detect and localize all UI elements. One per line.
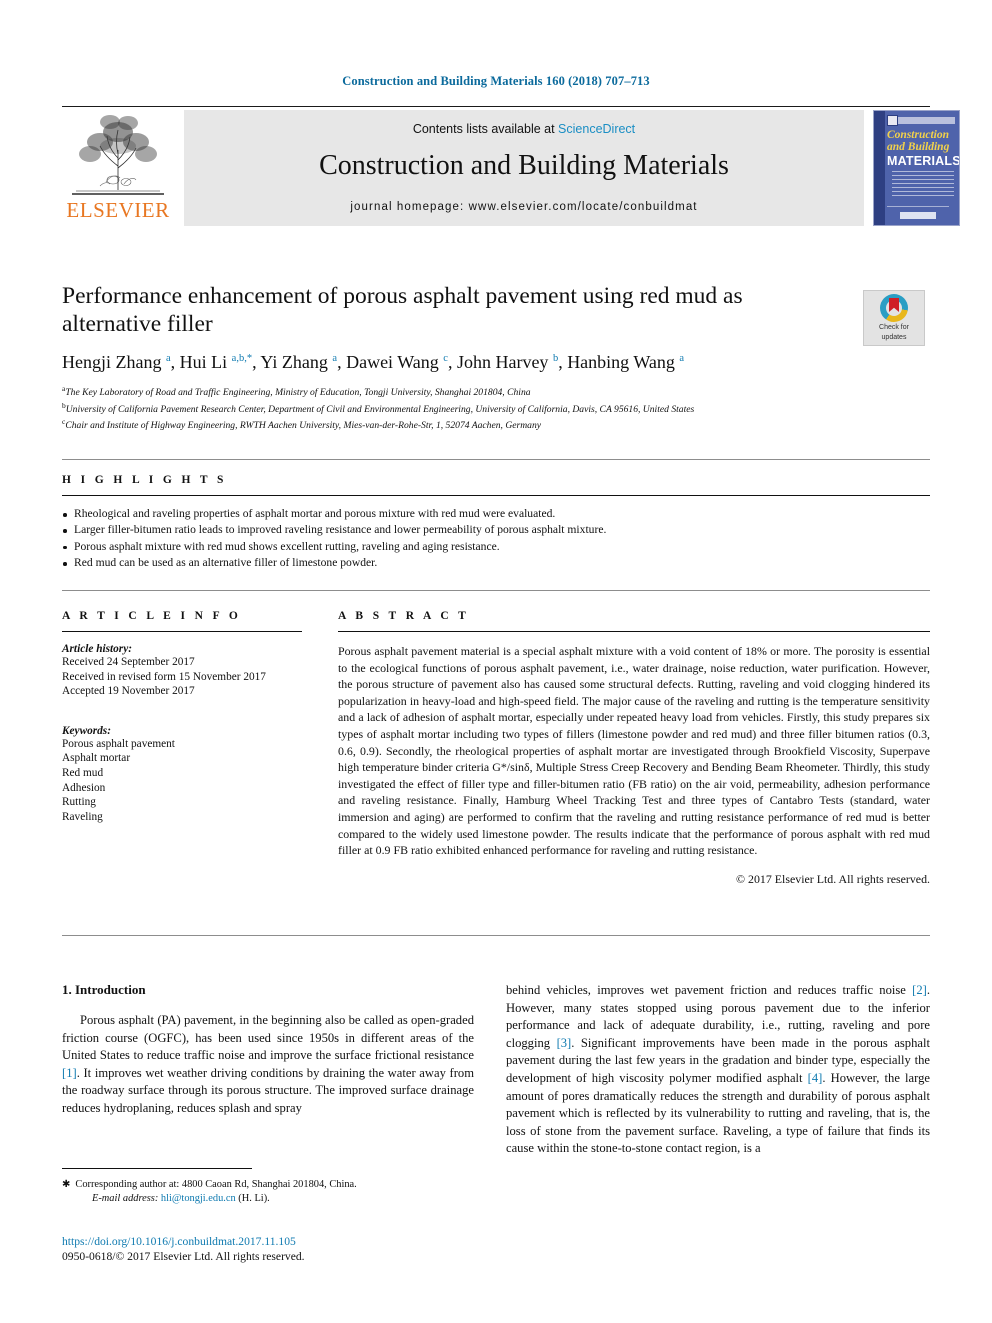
crossmark-label-line1: Check for — [879, 324, 909, 331]
elsevier-wordmark: ELSEVIER — [66, 198, 170, 222]
body-column-left: 1. Introduction Porous asphalt (PA) pave… — [62, 982, 474, 1118]
elsevier-tree-icon — [72, 115, 164, 195]
section-heading-introduction: 1. Introduction — [62, 982, 146, 997]
keyword-item: Red mud — [62, 766, 104, 779]
cover-sidebar — [874, 111, 885, 225]
article-info-section: A R T I C L E I N F O Article history: R… — [62, 610, 302, 824]
paper-page: Construction and Building Materials 160 … — [0, 0, 992, 1323]
intro-paragraph-left: Porous asphalt (PA) pavement, in the beg… — [62, 1013, 474, 1115]
keyword-item: Rutting — [62, 796, 96, 809]
affiliation-a: aThe Key Laboratory of Road and Traffic … — [62, 383, 930, 400]
email-note: E-mail address: hli@tongji.edu.cn (H. Li… — [62, 1192, 482, 1206]
abstract-text: Porous asphalt pavement material is a sp… — [338, 644, 930, 858]
keyword-item: Porous asphalt pavement — [62, 737, 175, 750]
article-history-revised: Received in revised form 15 November 201… — [62, 670, 266, 683]
body-column-right: behind vehicles, improves wet pavement f… — [506, 982, 930, 1158]
article-history-block: Article history: Received 24 September 2… — [62, 643, 302, 699]
email-label: E-mail address: — [92, 1193, 159, 1204]
abstract-copyright: © 2017 Elsevier Ltd. All rights reserved… — [736, 871, 930, 886]
affiliation-text-c: Chair and Institute of Highway Engineeri… — [65, 420, 542, 432]
highlights-list: Rheological and raveling properties of a… — [62, 506, 930, 572]
page-title: Performance enhancement of porous asphal… — [62, 283, 743, 337]
footnote-rule — [62, 1168, 252, 1169]
highlights-rule — [62, 495, 930, 496]
cover-emblem-icon — [887, 115, 898, 126]
journal-title: Construction and Building Materials — [319, 150, 729, 181]
cover-title-line1: Construction — [887, 129, 949, 141]
highlights-section: H I G H L I G H T S Rheological and rave… — [62, 474, 930, 572]
keyword-item: Raveling — [62, 810, 103, 823]
footnote-block: ✱ Corresponding author at: 4800 Caoan Rd… — [62, 1178, 482, 1206]
issn-copyright-line: 0950-0618/© 2017 Elsevier Ltd. All right… — [62, 1250, 305, 1263]
article-history-accepted: Accepted 19 November 2017 — [62, 685, 195, 698]
author-list: Hengji Zhang a, Hui Li a,b,*, Yi Zhang a… — [62, 352, 685, 372]
abstract-bottom-rule — [62, 935, 930, 936]
email-owner: (H. Li). — [238, 1193, 270, 1204]
keyword-item: Asphalt mortar — [62, 752, 131, 765]
contents-prefix: Contents lists available at — [412, 122, 559, 136]
crossmark-label-line2: updates — [881, 334, 907, 341]
corresponding-author-note: ✱ Corresponding author at: 4800 Caoan Rd… — [62, 1178, 482, 1192]
asterisk-icon: ✱ — [62, 1179, 76, 1190]
affiliation-text-b: University of California Pavement Resear… — [65, 403, 695, 415]
abstract-label: A B S T R A C T — [338, 610, 470, 622]
keyword-item: Adhesion — [62, 781, 106, 794]
abstract-rule — [338, 631, 930, 632]
cover-title-line2: and Building — [887, 141, 950, 153]
journal-masthead: ELSEVIER Contents lists available at Sci… — [62, 110, 960, 226]
highlights-label: H I G H L I G H T S — [62, 474, 227, 486]
list-item: Porous asphalt mixture with red mud show… — [62, 539, 930, 555]
running-head: Construction and Building Materials 160 … — [342, 74, 650, 88]
keywords-block: Keywords: Porous asphalt pavement Asphal… — [62, 725, 302, 825]
cover-divider — [887, 206, 949, 207]
affiliation-c: cChair and Institute of Highway Engineer… — [62, 416, 930, 433]
article-header: Performance enhancement of porous asphal… — [62, 282, 930, 433]
highlights-bottom-rule — [62, 590, 930, 591]
article-info-label: A R T I C L E I N F O — [62, 610, 242, 622]
doi-link[interactable]: https://doi.org/10.1016/j.conbuildmat.20… — [62, 1234, 522, 1249]
intro-paragraph-right: behind vehicles, improves wet pavement f… — [506, 983, 930, 1156]
journal-cover-thumbnail[interactable]: Construction and Building MATERIALS — [873, 110, 960, 226]
cover-footer-logo — [900, 212, 936, 219]
affiliation-list: aThe Key Laboratory of Road and Traffic … — [62, 383, 930, 433]
crossmark-ring-icon — [880, 294, 908, 322]
imprint-block: https://doi.org/10.1016/j.conbuildmat.20… — [62, 1234, 522, 1264]
cover-top-bar — [898, 117, 955, 124]
crossmark-flag-icon — [889, 298, 899, 312]
article-info-rule — [62, 631, 302, 632]
article-history-heading: Article history: — [62, 643, 132, 655]
journal-homepage-line[interactable]: journal homepage: www.elsevier.com/locat… — [184, 201, 864, 213]
crossmark-badge[interactable]: Check for updates — [863, 290, 925, 346]
journal-banner: Contents lists available at ScienceDirec… — [184, 110, 864, 226]
affiliation-text-a: The Key Laboratory of Road and Traffic E… — [65, 387, 531, 399]
highlights-top-rule — [62, 459, 930, 460]
list-item: Red mud can be used as an alternative fi… — [62, 555, 930, 571]
sciencedirect-link[interactable]: ScienceDirect — [558, 122, 635, 136]
cover-blurb-lines — [892, 171, 954, 197]
list-item: Larger filler-bitumen ratio leads to imp… — [62, 522, 930, 538]
elsevier-logo: ELSEVIER — [62, 110, 174, 226]
article-history-received: Received 24 September 2017 — [62, 656, 195, 668]
abstract-section: A B S T R A C T Porous asphalt pavement … — [338, 610, 930, 887]
keywords-heading: Keywords: — [62, 724, 111, 737]
cover-title-line3: MATERIALS — [887, 154, 960, 168]
email-link[interactable]: hli@tongji.edu.cn — [161, 1193, 236, 1204]
affiliation-b: bUniversity of California Pavement Resea… — [62, 400, 930, 417]
list-item: Rheological and raveling properties of a… — [62, 506, 930, 522]
corresponding-author-text: Corresponding author at: 4800 Caoan Rd, … — [75, 1179, 357, 1190]
masthead-top-rule — [62, 106, 930, 107]
contents-list-line: Contents lists available at ScienceDirec… — [184, 122, 864, 136]
